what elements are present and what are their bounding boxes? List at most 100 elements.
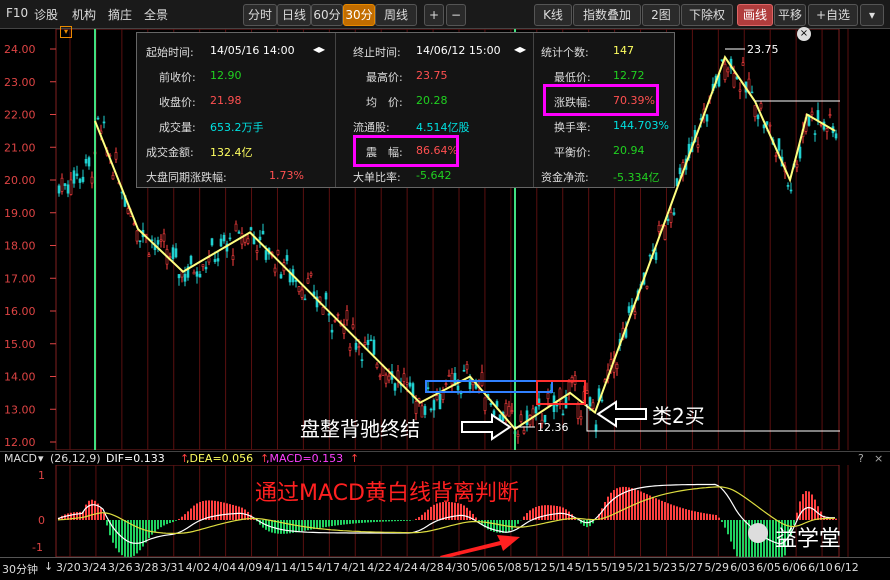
- candle-body: [232, 256, 234, 260]
- two-charts-dropdown[interactable]: 2图: [642, 4, 680, 26]
- stats-divider: [533, 33, 534, 187]
- macd-params[interactable]: (26,12,9): [50, 452, 101, 465]
- x-date-label: 4/17: [315, 561, 340, 574]
- candle-body: [364, 342, 366, 344]
- candle-body: [175, 249, 177, 257]
- macd-bar: [637, 490, 639, 520]
- macd-bar: [502, 520, 504, 533]
- candle-body: [430, 409, 432, 410]
- candle-body: [733, 74, 735, 87]
- candle-body: [265, 251, 267, 260]
- macd-bar: [688, 510, 690, 520]
- candle-body: [262, 231, 264, 234]
- macd-header: MACD ▾ (26,12,9) DIF=0.133 ↑ ,DEA=0.056 …: [0, 451, 890, 466]
- add-watchlist-dropdown[interactable]: +自选: [808, 4, 858, 26]
- candle-body: [697, 145, 699, 147]
- candle-body: [127, 209, 129, 214]
- period-day-button[interactable]: 日线: [277, 4, 311, 26]
- macd-bar: [112, 520, 114, 543]
- macd-bar: [337, 520, 339, 525]
- macd-bar: [550, 505, 552, 520]
- period-30min-button[interactable]: 30分: [343, 4, 375, 26]
- macd-bar: [628, 487, 630, 520]
- macd-panel[interactable]: 1 0 -1 通过MACD黄白线背离判断 益学堂: [0, 465, 890, 557]
- period-label[interactable]: 30分钟: [2, 561, 38, 577]
- f10-button[interactable]: F10: [6, 6, 28, 20]
- macd-bar: [772, 520, 774, 557]
- macd-bar: [154, 520, 156, 532]
- macd-bar: [427, 510, 429, 520]
- chart-menu-icon[interactable]: ▾: [60, 26, 72, 38]
- zoom-out-button[interactable]: −: [446, 4, 466, 26]
- stats-close-icon[interactable]: ×: [797, 27, 811, 41]
- candle-body: [406, 383, 408, 384]
- y-tick-label: 12.00: [4, 436, 36, 449]
- x-date-label: 4/28: [419, 561, 444, 574]
- macd-close-icon[interactable]: ×: [874, 452, 883, 465]
- macd-bar: [169, 520, 171, 523]
- candle-body: [601, 400, 603, 401]
- kline-dropdown[interactable]: K线: [534, 4, 572, 26]
- candle-body: [466, 364, 468, 369]
- macd-bar: [727, 520, 729, 534]
- end-time-stepper-icon[interactable]: ◂▸: [514, 42, 526, 56]
- ex-rights-dropdown[interactable]: 下除权: [681, 4, 733, 26]
- macd-bar: [745, 520, 747, 557]
- buy2-annotation: 类2买: [652, 400, 705, 429]
- toolbar-more-button[interactable]: ▾: [860, 4, 884, 26]
- panorama-button[interactable]: 全景: [144, 6, 168, 23]
- candle-body: [85, 159, 87, 163]
- x-date-label: 5/29: [704, 561, 729, 574]
- macd-bar: [589, 520, 591, 526]
- macd-bar: [682, 508, 684, 520]
- zoom-in-button[interactable]: +: [424, 4, 444, 26]
- candle-body: [88, 158, 90, 166]
- x-date-label: 4/30: [445, 561, 470, 574]
- start-time-stepper-icon[interactable]: ◂▸: [313, 42, 325, 56]
- macd-bar: [526, 513, 528, 520]
- index-overlay-dropdown[interactable]: 指数叠加: [573, 4, 641, 26]
- x-date-label: 5/08: [497, 561, 522, 574]
- prev-close-label: 前收价:: [159, 69, 196, 85]
- candle-body: [646, 286, 648, 288]
- macd-bar: [331, 520, 333, 526]
- candle-body: [829, 115, 831, 116]
- macd-indicator-dropdown[interactable]: MACD: [4, 452, 37, 465]
- macd-dropdown-icon[interactable]: ▾: [38, 452, 44, 465]
- candle-body: [184, 274, 186, 281]
- dealer-button[interactable]: 摘庄: [108, 6, 132, 23]
- macd-bar: [553, 506, 555, 520]
- macd-bar: [94, 501, 96, 520]
- x-date-label: 5/06: [471, 561, 496, 574]
- candle-body: [439, 394, 441, 409]
- macd-bar: [835, 519, 837, 520]
- candle-body: [325, 293, 327, 299]
- macd-bar: [433, 505, 435, 520]
- diagnose-button[interactable]: 诊股: [34, 6, 58, 23]
- macd-help-icon[interactable]: ?: [858, 452, 864, 465]
- candle-body: [238, 232, 240, 234]
- candle-body: [634, 312, 636, 315]
- institution-button[interactable]: 机构: [72, 6, 96, 23]
- period-down-icon[interactable]: ↓: [44, 560, 53, 573]
- x-date-label: 3/26: [108, 561, 133, 574]
- macd-bar: [805, 491, 807, 520]
- x-date-label: 6/05: [756, 561, 781, 574]
- period-week-dropdown[interactable]: 周线: [375, 4, 417, 26]
- candle-body: [157, 240, 159, 244]
- candle-body: [277, 250, 279, 254]
- candle-body: [760, 103, 762, 108]
- macd-bar: [646, 494, 648, 520]
- candle-body: [751, 92, 753, 93]
- candle-body: [775, 156, 777, 157]
- candle-body: [628, 307, 630, 313]
- count-value: 147: [613, 44, 634, 57]
- macd-bar: [88, 501, 90, 520]
- pan-button[interactable]: 平移: [774, 4, 806, 26]
- candle-body: [160, 240, 162, 241]
- period-60min-button[interactable]: 60分: [311, 4, 343, 26]
- period-tick-button[interactable]: 分时: [243, 4, 277, 26]
- draw-line-button[interactable]: 画线: [737, 4, 773, 26]
- macd-bar: [199, 502, 201, 520]
- net-flow-value: -5.334亿: [613, 169, 659, 185]
